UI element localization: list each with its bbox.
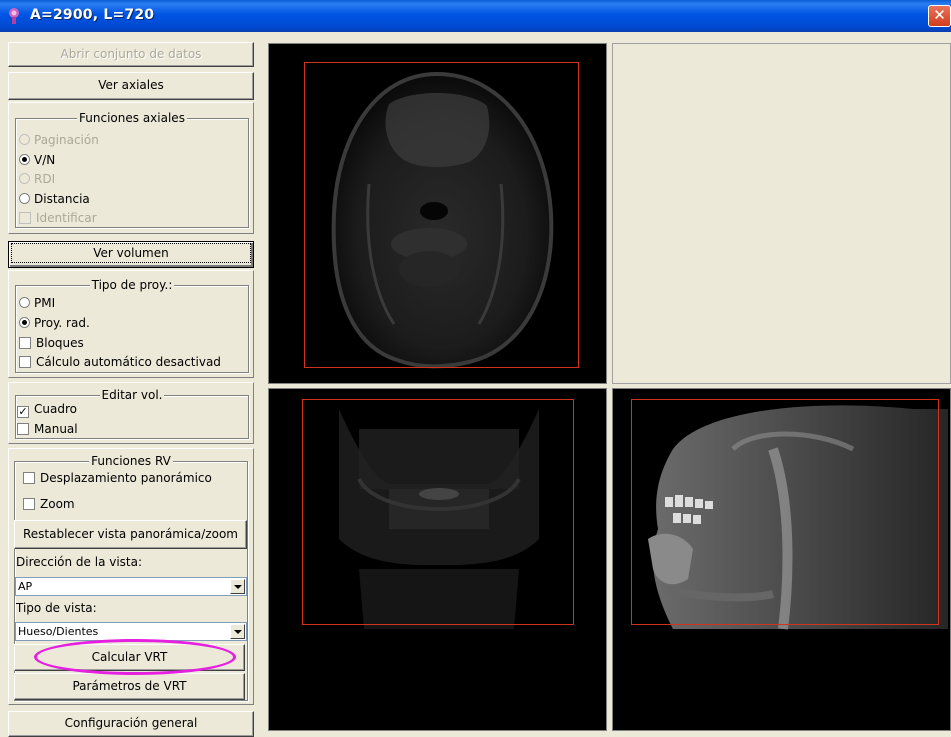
- identify-label: Identificar: [36, 211, 97, 225]
- vr-functions-title: Funciones RV: [89, 454, 173, 468]
- mip-radio[interactable]: PMI: [19, 296, 55, 312]
- vrt-params-button[interactable]: Parámetros de VRT: [14, 673, 245, 700]
- radio-icon: [19, 297, 30, 308]
- axial-viewport[interactable]: [268, 43, 607, 384]
- checkbox-icon: ✓: [17, 405, 29, 418]
- roi-box[interactable]: [304, 62, 579, 368]
- view-axial-button[interactable]: Ver axiales: [8, 72, 254, 100]
- general-config-button[interactable]: Configuración general: [8, 711, 254, 737]
- distance-radio[interactable]: Distancia: [19, 192, 90, 208]
- mip-label: PMI: [34, 296, 56, 310]
- reset-pan-zoom-button[interactable]: Restablecer vista panorámica/zoom: [14, 520, 247, 549]
- view-type-label: Tipo de vista:: [16, 601, 97, 615]
- vrt-params-label: Parámetros de VRT: [72, 679, 187, 693]
- sagittal-viewport[interactable]: [612, 388, 951, 731]
- paging-radio[interactable]: Paginación: [19, 133, 99, 149]
- window-level-radio[interactable]: V/N: [19, 153, 55, 169]
- roi-radio[interactable]: RDI: [19, 172, 55, 188]
- projection-group: Tipo de proy.: PMI Proy. rad. Bloques Cá…: [15, 278, 249, 373]
- roi-box[interactable]: [631, 399, 939, 625]
- edit-volume-title: Editar vol.: [99, 388, 165, 402]
- client-area: Abrir conjunto de datos Ver axiales Func…: [0, 32, 951, 737]
- title-bar: A=2900, L=720 ✕: [0, 0, 951, 32]
- view-direction-value: AP: [18, 580, 33, 593]
- radio-icon: [19, 173, 30, 184]
- view-type-select[interactable]: Hueso/Dientes: [15, 622, 247, 641]
- ray-sum-radio[interactable]: Proy. rad.: [19, 316, 90, 332]
- open-dataset-label: Abrir conjunto de datos: [60, 47, 202, 61]
- zoom-label: Zoom: [40, 497, 75, 511]
- chevron-down-icon[interactable]: [230, 624, 245, 639]
- coronal-viewport[interactable]: [268, 388, 607, 731]
- blocks-label: Bloques: [36, 336, 84, 350]
- axial-functions-title: Funciones axiales: [77, 111, 187, 125]
- ray-sum-label: Proy. rad.: [34, 316, 90, 330]
- open-dataset-button[interactable]: Abrir conjunto de datos: [8, 42, 254, 67]
- view-axial-label: Ver axiales: [98, 78, 164, 92]
- roi-label: RDI: [34, 172, 56, 186]
- axial-functions-group: Funciones axiales Paginación V/N RDI Dis…: [15, 111, 249, 228]
- axial-functions-panel: Funciones axiales Paginación V/N RDI Dis…: [8, 102, 254, 234]
- checkbox-icon: [23, 498, 35, 510]
- auto-calc-checkbox[interactable]: Cálculo automático desactivad: [19, 355, 221, 371]
- distance-label: Distancia: [34, 192, 90, 206]
- view-volume-label: Ver volumen: [11, 243, 251, 263]
- radio-icon: [19, 317, 30, 328]
- manual-label: Manual: [34, 422, 78, 436]
- compute-vrt-button[interactable]: Calcular VRT: [14, 644, 245, 671]
- box-checkbox[interactable]: ✓ Cuadro: [17, 402, 77, 418]
- app-icon: [9, 8, 19, 24]
- checkbox-icon: [19, 337, 31, 349]
- manual-checkbox[interactable]: Manual: [17, 422, 78, 438]
- blocks-checkbox[interactable]: Bloques: [19, 336, 84, 352]
- vr-functions-panel: Funciones RV Desplazamiento panorámico Z…: [8, 448, 254, 705]
- chevron-down-icon[interactable]: [230, 579, 245, 594]
- view-direction-select[interactable]: AP: [15, 577, 247, 596]
- roi-box[interactable]: [302, 399, 574, 625]
- window-title: A=2900, L=720: [30, 7, 155, 23]
- radio-icon: [19, 134, 30, 145]
- auto-calc-label: Cálculo automático desactivad: [36, 355, 221, 369]
- empty-viewport: [612, 43, 951, 384]
- pan-label: Desplazamiento panorámico: [40, 471, 212, 485]
- compute-vrt-label: Calcular VRT: [91, 650, 168, 664]
- general-config-label: Configuración general: [64, 716, 198, 730]
- pan-checkbox[interactable]: Desplazamiento panorámico: [23, 471, 212, 487]
- projection-title: Tipo de proy.:: [89, 278, 175, 292]
- window-level-label: V/N: [34, 153, 56, 167]
- box-label: Cuadro: [34, 402, 77, 416]
- paging-label: Paginación: [34, 133, 99, 147]
- view-volume-button[interactable]: Ver volumen: [8, 241, 254, 268]
- zoom-checkbox[interactable]: Zoom: [23, 497, 75, 513]
- reset-pan-zoom-label: Restablecer vista panorámica/zoom: [22, 527, 238, 541]
- checkbox-icon: [19, 356, 31, 368]
- checkbox-icon: [17, 423, 29, 435]
- close-icon[interactable]: ✕: [928, 5, 951, 27]
- radio-icon: [19, 193, 30, 204]
- checkbox-icon: [19, 212, 31, 224]
- edit-volume-panel: Editar vol. ✓ Cuadro Manual: [8, 382, 254, 444]
- checkbox-icon: [23, 472, 35, 484]
- view-direction-label: Dirección de la vista:: [16, 555, 143, 569]
- identify-checkbox[interactable]: Identificar: [19, 211, 97, 227]
- edit-volume-group: Editar vol. ✓ Cuadro Manual: [15, 388, 249, 439]
- radio-icon: [19, 154, 30, 165]
- projection-panel: Tipo de proy.: PMI Proy. rad. Bloques Cá…: [8, 270, 254, 378]
- view-type-value: Hueso/Dientes: [18, 625, 99, 638]
